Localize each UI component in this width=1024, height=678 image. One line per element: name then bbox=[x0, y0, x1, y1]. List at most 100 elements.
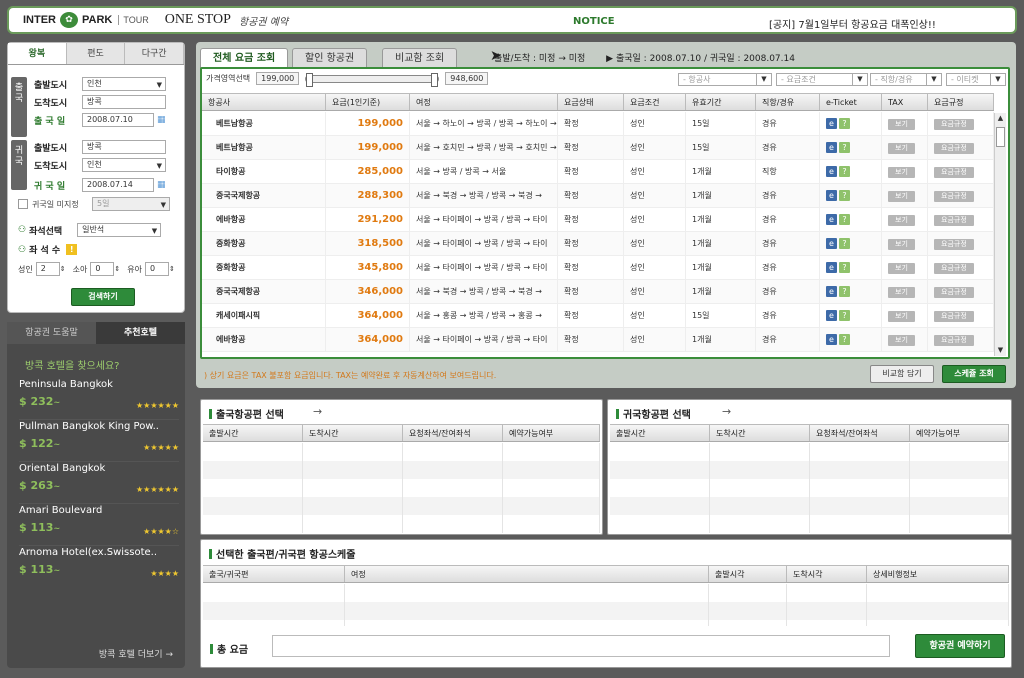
fare-row[interactable]: 베트남항공 199,000 서울 → 하노이 → 방콕 / 방콕 → 하노이 → 확정… bbox=[202, 111, 994, 136]
fare-row[interactable]: 타이항공 285,000 서울 → 방콕 / 방콕 → 서울 확정 성인 1개월 직항 e? 보… bbox=[202, 159, 994, 184]
fare-rule-button[interactable]: 요금규정 bbox=[934, 286, 974, 298]
tab-compare[interactable]: 비교함 조회 bbox=[382, 48, 458, 68]
fare-row[interactable]: 중화항공 318,500 서울 → 타이페이 → 방콕 / 방콕 → 타이 확정 성인 1… bbox=[202, 231, 994, 256]
fare-rule-button[interactable]: 요금규정 bbox=[934, 166, 974, 178]
fare-rule-button[interactable]: 요금규정 bbox=[934, 310, 974, 322]
fare-price[interactable]: 346,000 bbox=[326, 279, 410, 304]
calendar-icon[interactable]: ▦ bbox=[157, 180, 166, 190]
fare-price[interactable]: 318,500 bbox=[326, 231, 410, 256]
scroll-up-icon[interactable]: ▲ bbox=[995, 113, 1006, 124]
eticket-icon[interactable]: e bbox=[826, 141, 837, 153]
schedule-search-button[interactable]: 스케쥴 조회 bbox=[942, 365, 1006, 383]
fare-condition-filter[interactable]: - 요금조건 bbox=[776, 73, 868, 86]
eticket-icon[interactable]: e bbox=[826, 309, 837, 321]
stepper-arrows-icon[interactable]: ⇕ bbox=[60, 265, 66, 273]
price-range-slider[interactable] bbox=[305, 72, 440, 87]
tax-view-button[interactable]: 보기 bbox=[888, 310, 915, 322]
seat-class-select[interactable]: 일반석 bbox=[77, 223, 162, 237]
tax-view-button[interactable]: 보기 bbox=[888, 334, 915, 346]
tab-recommended-hotels[interactable]: 추천호텔 bbox=[96, 322, 185, 344]
tax-view-button[interactable]: 보기 bbox=[888, 214, 915, 226]
tab-discount-tickets[interactable]: 할인 항공권 bbox=[292, 48, 368, 68]
child-stepper[interactable]: 0 bbox=[90, 262, 115, 276]
hotel-item[interactable]: Peninsula Bangkok $ 232~ ★★★★★★ bbox=[19, 379, 179, 410]
interpark-logo[interactable]: INTER ✿ PARK TOUR ONE STOP 항공권 예약 bbox=[23, 12, 288, 28]
fare-price[interactable]: 345,800 bbox=[326, 255, 410, 280]
eticket-icon[interactable]: e bbox=[826, 333, 837, 345]
infant-stepper[interactable]: 0 bbox=[144, 262, 169, 276]
help-icon[interactable]: ? bbox=[839, 213, 850, 225]
tax-view-button[interactable]: 보기 bbox=[888, 142, 915, 154]
fare-rule-button[interactable]: 요금규정 bbox=[934, 334, 974, 346]
eticket-icon[interactable]: e bbox=[826, 213, 837, 225]
help-icon[interactable]: ? bbox=[839, 309, 850, 321]
undecided-days-select[interactable]: 5일 bbox=[92, 197, 170, 211]
tax-view-button[interactable]: 보기 bbox=[888, 118, 915, 130]
help-icon[interactable]: ? bbox=[839, 333, 850, 345]
fare-row[interactable]: 에바항공 291,200 서울 → 타이페이 → 방콕 / 방콕 → 타이 확정 성인 1… bbox=[202, 207, 994, 232]
scroll-thumb[interactable] bbox=[996, 127, 1005, 147]
notice-link[interactable]: [공지] 7월1일부터 항공요금 대폭인상!! bbox=[769, 16, 936, 31]
search-button[interactable]: 검색하기 bbox=[71, 288, 135, 306]
hotel-name[interactable]: Oriental Bangkok bbox=[19, 463, 179, 474]
tax-view-button[interactable]: 보기 bbox=[888, 286, 915, 298]
hotel-name[interactable]: Peninsula Bangkok bbox=[19, 379, 179, 390]
more-hotels-link[interactable]: 방콕 호텔 더보기 → bbox=[99, 647, 173, 660]
undecided-checkbox[interactable] bbox=[18, 199, 28, 209]
help-icon[interactable]: ? bbox=[839, 117, 850, 129]
adult-stepper[interactable]: 2 bbox=[35, 262, 60, 276]
tab-all-fares[interactable]: 전체 요금 조회 bbox=[200, 48, 289, 68]
ret-arrive-select[interactable]: 인천 bbox=[82, 158, 166, 172]
col-price[interactable]: 요금(1인기준) bbox=[326, 94, 410, 110]
eticket-icon[interactable]: e bbox=[826, 165, 837, 177]
ret-date-input[interactable]: 2008.07.14 bbox=[82, 178, 154, 192]
fare-price[interactable]: 199,000 bbox=[326, 111, 410, 136]
fare-price[interactable]: 364,000 bbox=[326, 303, 410, 328]
stepper-arrows-icon[interactable]: ⇕ bbox=[114, 265, 120, 273]
fare-price[interactable]: 291,200 bbox=[326, 207, 410, 232]
fare-rule-button[interactable]: 요금규정 bbox=[934, 262, 974, 274]
hotel-name[interactable]: Arnoma Hotel(ex.Swissote.. bbox=[19, 547, 179, 558]
tax-view-button[interactable]: 보기 bbox=[888, 238, 915, 250]
out-arrive-input[interactable]: 방콕 bbox=[82, 95, 166, 109]
fare-price[interactable]: 285,000 bbox=[326, 159, 410, 184]
add-to-compare-button[interactable]: 비교함 담기 bbox=[870, 365, 934, 383]
fare-price[interactable]: 288,300 bbox=[326, 183, 410, 208]
book-ticket-button[interactable]: 항공권 예약하기 bbox=[915, 634, 1005, 658]
tax-view-button[interactable]: 보기 bbox=[888, 190, 915, 202]
help-icon[interactable]: ? bbox=[839, 261, 850, 273]
scroll-down-icon[interactable]: ▼ bbox=[995, 345, 1006, 356]
help-icon[interactable]: ? bbox=[839, 285, 850, 297]
col-airline[interactable]: 항공사 bbox=[202, 94, 326, 110]
tax-view-button[interactable]: 보기 bbox=[888, 166, 915, 178]
fare-row[interactable]: 캐세이패시픽 364,000 서울 → 홍콩 → 방콕 / 방콕 → 홍콩 → 확정 성… bbox=[202, 303, 994, 328]
hotel-item[interactable]: Arnoma Hotel(ex.Swissote.. $ 113~ ★★★★ bbox=[19, 547, 179, 578]
eticket-icon[interactable]: e bbox=[826, 189, 837, 201]
fare-row[interactable]: 중국국제항공 346,000 서울 → 북경 → 방콕 / 방콕 → 북경 → 확정 성… bbox=[202, 279, 994, 304]
eticket-icon[interactable]: e bbox=[826, 285, 837, 297]
fare-price[interactable]: 199,000 bbox=[326, 135, 410, 160]
fare-table-scrollbar[interactable]: ▲ ▼ bbox=[994, 113, 1006, 356]
tab-air-help[interactable]: 항공권 도움말 bbox=[7, 322, 96, 344]
out-depart-select[interactable]: 인천 bbox=[82, 77, 166, 91]
help-icon[interactable]: ? bbox=[839, 189, 850, 201]
fare-rule-button[interactable]: 요금규정 bbox=[934, 238, 974, 250]
help-icon[interactable]: ? bbox=[839, 141, 850, 153]
fare-row[interactable]: 베트남항공 199,000 서울 → 호치민 → 방콕 / 방콕 → 호치민 → 확정… bbox=[202, 135, 994, 160]
fare-rule-button[interactable]: 요금규정 bbox=[934, 118, 974, 130]
fare-rule-button[interactable]: 요금규정 bbox=[934, 190, 974, 202]
fare-row[interactable]: 중화항공 345,800 서울 → 타이페이 → 방콕 / 방콕 → 타이 확정 성인 1… bbox=[202, 255, 994, 280]
hotel-name[interactable]: Amari Boulevard bbox=[19, 505, 179, 516]
hotel-item[interactable]: Pullman Bangkok King Pow.. $ 122~ ★★★★★ bbox=[19, 421, 179, 452]
out-date-input[interactable]: 2008.07.10 bbox=[82, 113, 154, 127]
eticket-icon[interactable]: e bbox=[826, 117, 837, 129]
fare-rule-button[interactable]: 요금규정 bbox=[934, 142, 974, 154]
help-icon[interactable]: ? bbox=[839, 165, 850, 177]
ret-depart-input[interactable]: 방콕 bbox=[82, 140, 166, 154]
stepper-arrows-icon[interactable]: ⇕ bbox=[169, 265, 175, 273]
eticket-icon[interactable]: e bbox=[826, 261, 837, 273]
fare-row[interactable]: 중국국제항공 288,300 서울 → 북경 → 방콕 / 방콕 → 북경 → 확정 성… bbox=[202, 183, 994, 208]
fare-rule-button[interactable]: 요금규정 bbox=[934, 214, 974, 226]
tab-oneway[interactable]: 편도 bbox=[66, 43, 126, 64]
fare-price[interactable]: 364,000 bbox=[326, 327, 410, 352]
